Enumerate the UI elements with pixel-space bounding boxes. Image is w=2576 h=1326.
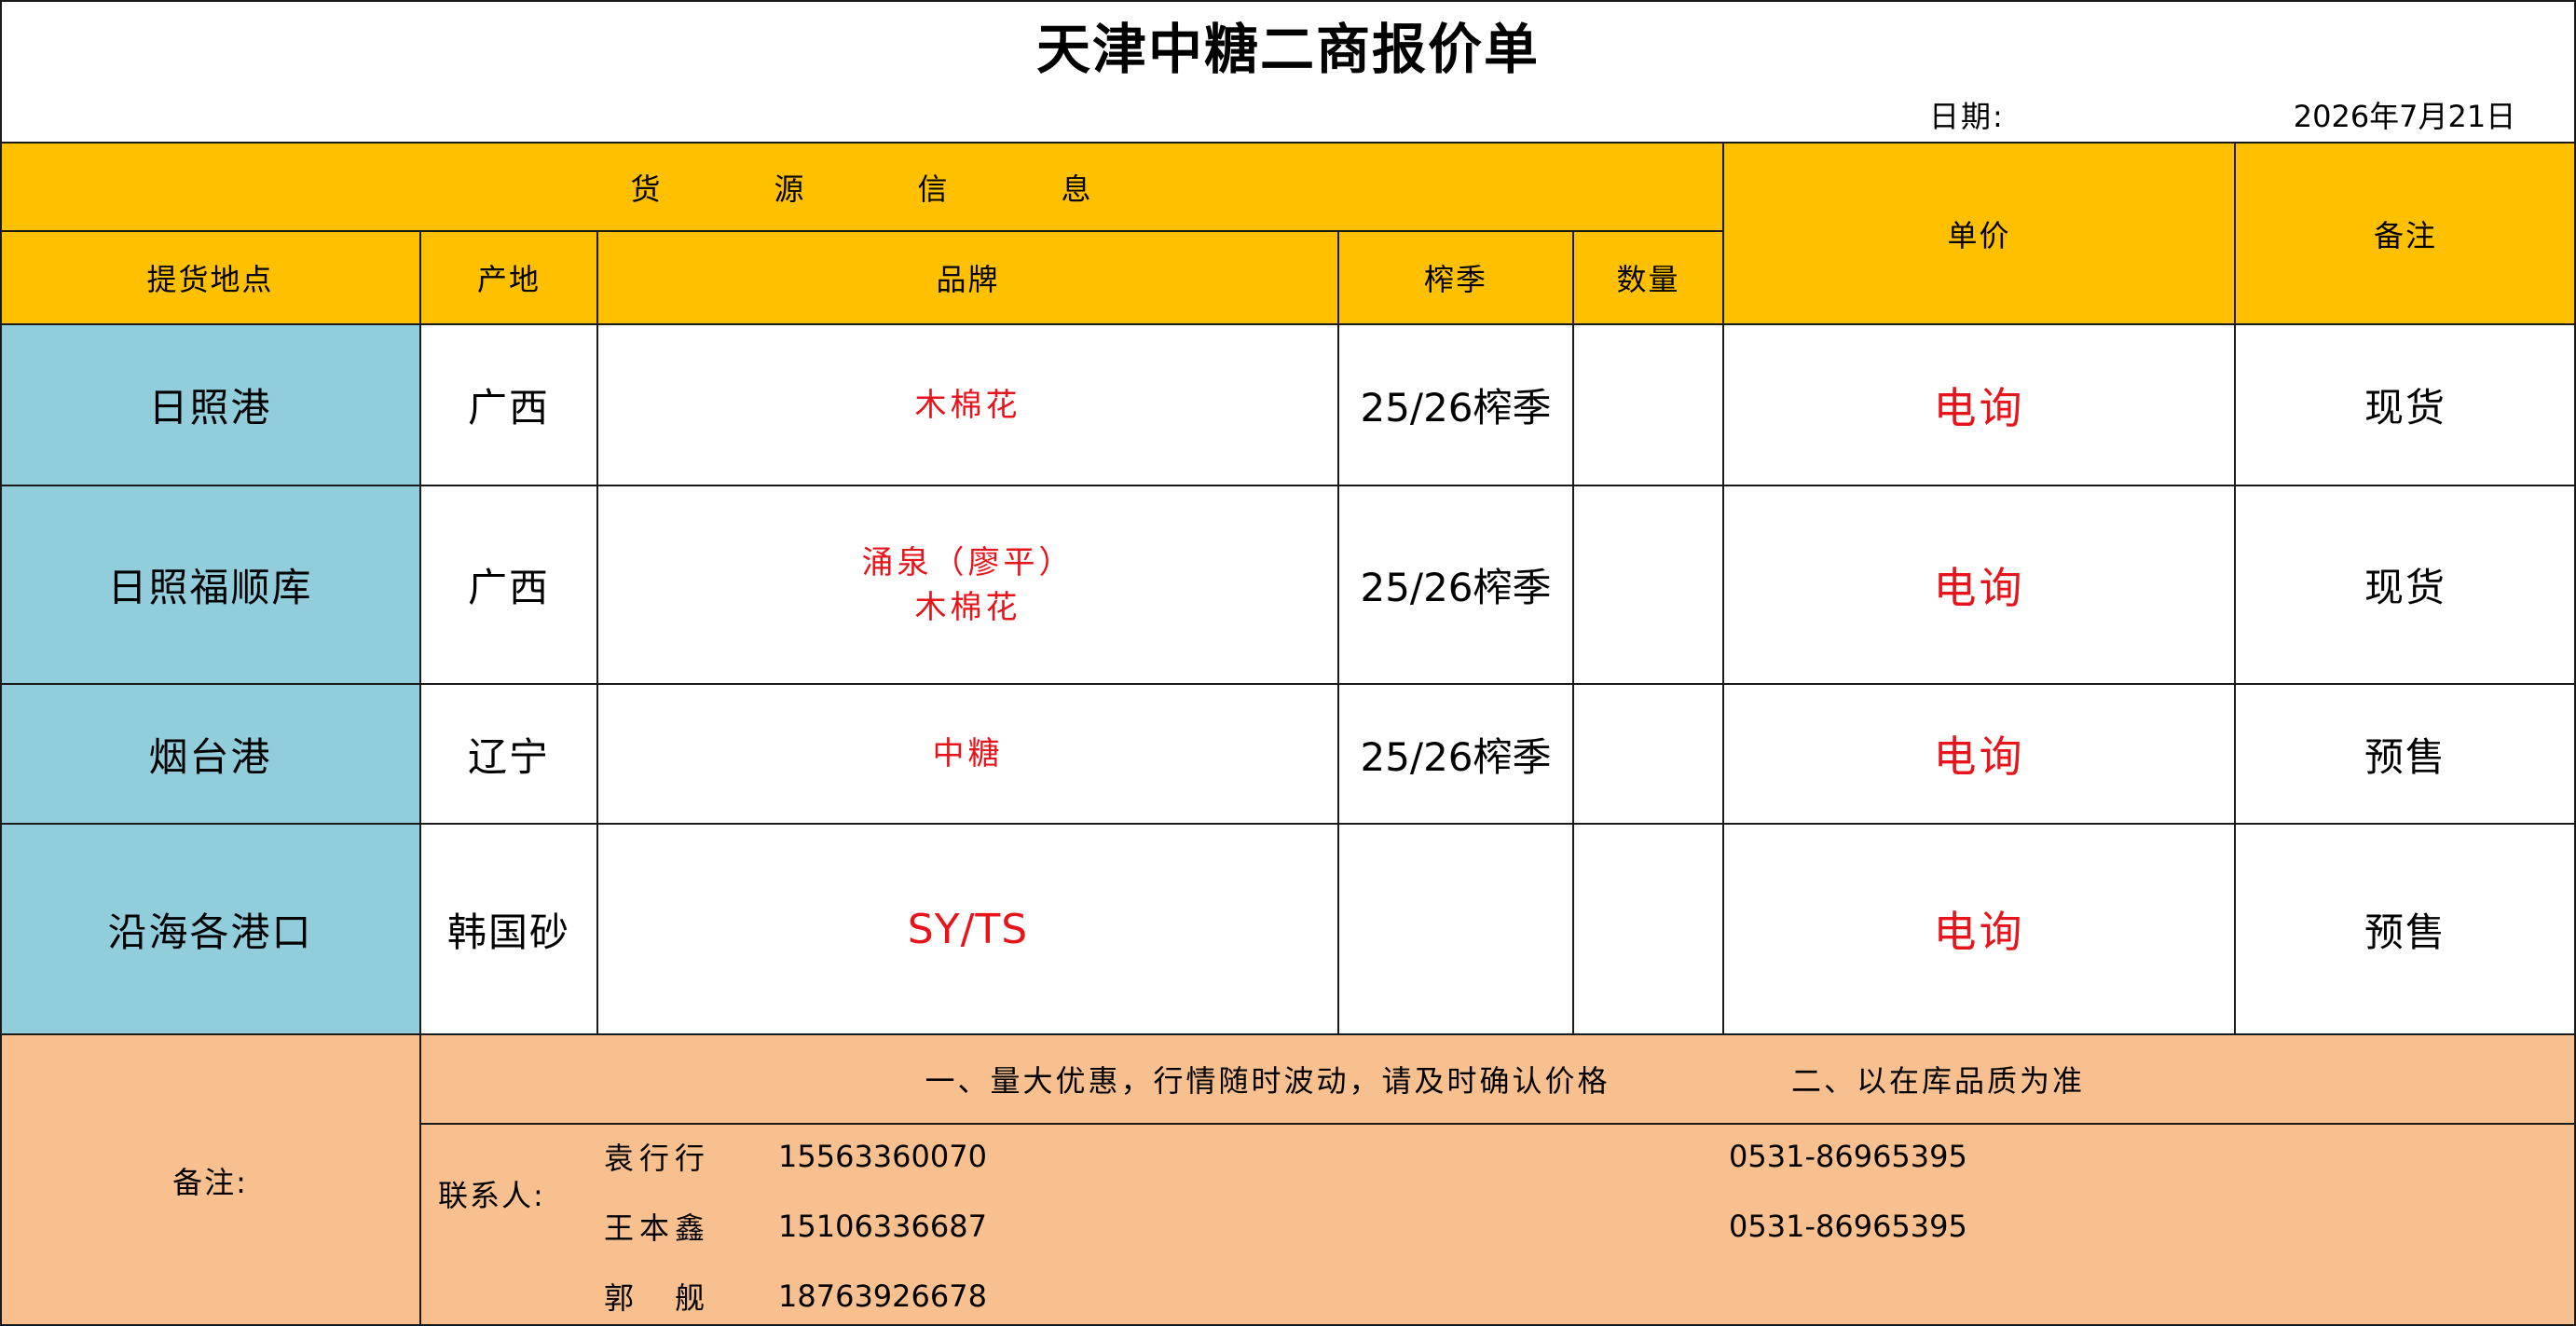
column-header-location: 提货地点 [146, 262, 274, 297]
row-1-price: 电询 [1933, 382, 2025, 433]
source-info-char-2: 源 [774, 171, 806, 207]
row-4-quantity [1573, 824, 1723, 1034]
row-3-season: 25/26榨季 [1360, 733, 1552, 780]
row-2-brand-line-1: 涌泉（廖平） [861, 543, 1075, 581]
grid-line-h8 [420, 1123, 2576, 1125]
row-3-quantity [1573, 684, 1723, 824]
column-header-quantity: 数量 [1616, 262, 1680, 297]
contact-2-phone: 0531-86965395 [1729, 1209, 1967, 1244]
remark-header: 备注 [2373, 217, 2437, 253]
row-2-season: 25/26榨季 [1360, 565, 1552, 610]
row-1-location: 日照港 [148, 385, 272, 431]
column-header-season: 榨季 [1423, 262, 1487, 297]
grid-line-h6 [0, 823, 2576, 825]
row-4-price: 电询 [1933, 907, 2025, 957]
row-4-location: 沿海各港口 [107, 909, 313, 955]
contact-3-mobile: 18763926678 [778, 1278, 987, 1314]
row-1-remark: 现货 [2364, 385, 2446, 431]
grid-line-v2 [596, 230, 598, 1034]
page-title: 天津中糖二商报价单 [1035, 17, 1540, 81]
row-2-location: 日照福顺库 [107, 565, 313, 610]
grid-line-v1 [419, 230, 421, 1326]
grid-line-h3 [0, 323, 2576, 325]
contact-2-mobile: 15106336687 [778, 1209, 987, 1244]
contact-1-name: 袁行行 [604, 1141, 711, 1176]
row-3-price: 电询 [1933, 731, 2025, 782]
row-1-origin: 广西 [467, 385, 550, 431]
row-4-brand: SY/TS [907, 905, 1029, 953]
grid-line-h5 [0, 683, 2576, 685]
unit-price-header: 单价 [1947, 217, 2011, 253]
border-left [0, 0, 2, 1326]
grid-line-v3 [1337, 230, 1339, 1034]
column-header-brand: 品牌 [936, 262, 1000, 297]
source-info-char-4: 息 [1061, 171, 1093, 207]
source-info-char-1: 货 [630, 171, 663, 207]
row-2-brand: 涌泉（廖平） 木棉花 [597, 485, 1338, 684]
row-3-brand: 中糖 [932, 735, 1004, 772]
source-info-header: 货 源 信 息 [0, 143, 1723, 231]
contact-1-mobile: 15563360070 [778, 1139, 987, 1174]
source-info-char-3: 信 [917, 171, 950, 207]
column-header-origin: 产地 [476, 262, 541, 297]
row-2-remark: 现货 [2364, 565, 2446, 610]
row-4-remark: 预售 [2364, 909, 2446, 955]
contact-3-name: 郭 舰 [604, 1280, 711, 1316]
row-3-location: 烟台港 [148, 733, 272, 780]
row-2-brand-line-2: 木棉花 [914, 588, 1021, 626]
border-top [0, 0, 2576, 2]
footer-contact-label: 联系人: [438, 1178, 545, 1213]
row-2-quantity [1573, 485, 1723, 684]
date-value: 2026年7月21日 [2293, 99, 2516, 134]
contact-1-phone: 0531-86965395 [1729, 1139, 1967, 1174]
contact-2-name: 王本鑫 [604, 1210, 711, 1246]
grid-line-h7 [0, 1033, 2576, 1035]
row-2-origin: 广西 [467, 565, 550, 610]
grid-line-h1 [0, 142, 2576, 144]
footer-note-1: 一、量大优惠，行情随时波动，请及时确认价格 [925, 1063, 1610, 1099]
footer-note-2: 二、以在库品质为准 [1791, 1063, 2086, 1099]
row-4-origin: 韩国砂 [446, 909, 570, 955]
row-4-season [1338, 824, 1573, 1034]
contact-3-phone [1729, 1272, 2036, 1320]
grid-line-h4 [0, 485, 2576, 486]
grid-line-v6 [2234, 142, 2236, 1034]
quotation-sheet: 天津中糖二商报价单 日期: 2026年7月21日 货 源 信 息 单价 备注 提… [0, 0, 2576, 1326]
grid-line-v5 [1722, 142, 1724, 1034]
date-label: 日期: [1929, 99, 2005, 134]
row-2-price: 电询 [1933, 562, 2025, 613]
row-3-origin: 辽宁 [467, 733, 550, 780]
grid-line-v4 [1572, 230, 1574, 1034]
row-1-brand: 木棉花 [914, 386, 1021, 424]
row-3-remark: 预售 [2364, 733, 2446, 780]
footer-remark-label: 备注: [172, 1164, 248, 1200]
grid-line-h2 [0, 230, 1723, 232]
row-1-quantity [1573, 324, 1723, 485]
row-1-season: 25/26榨季 [1360, 385, 1552, 431]
